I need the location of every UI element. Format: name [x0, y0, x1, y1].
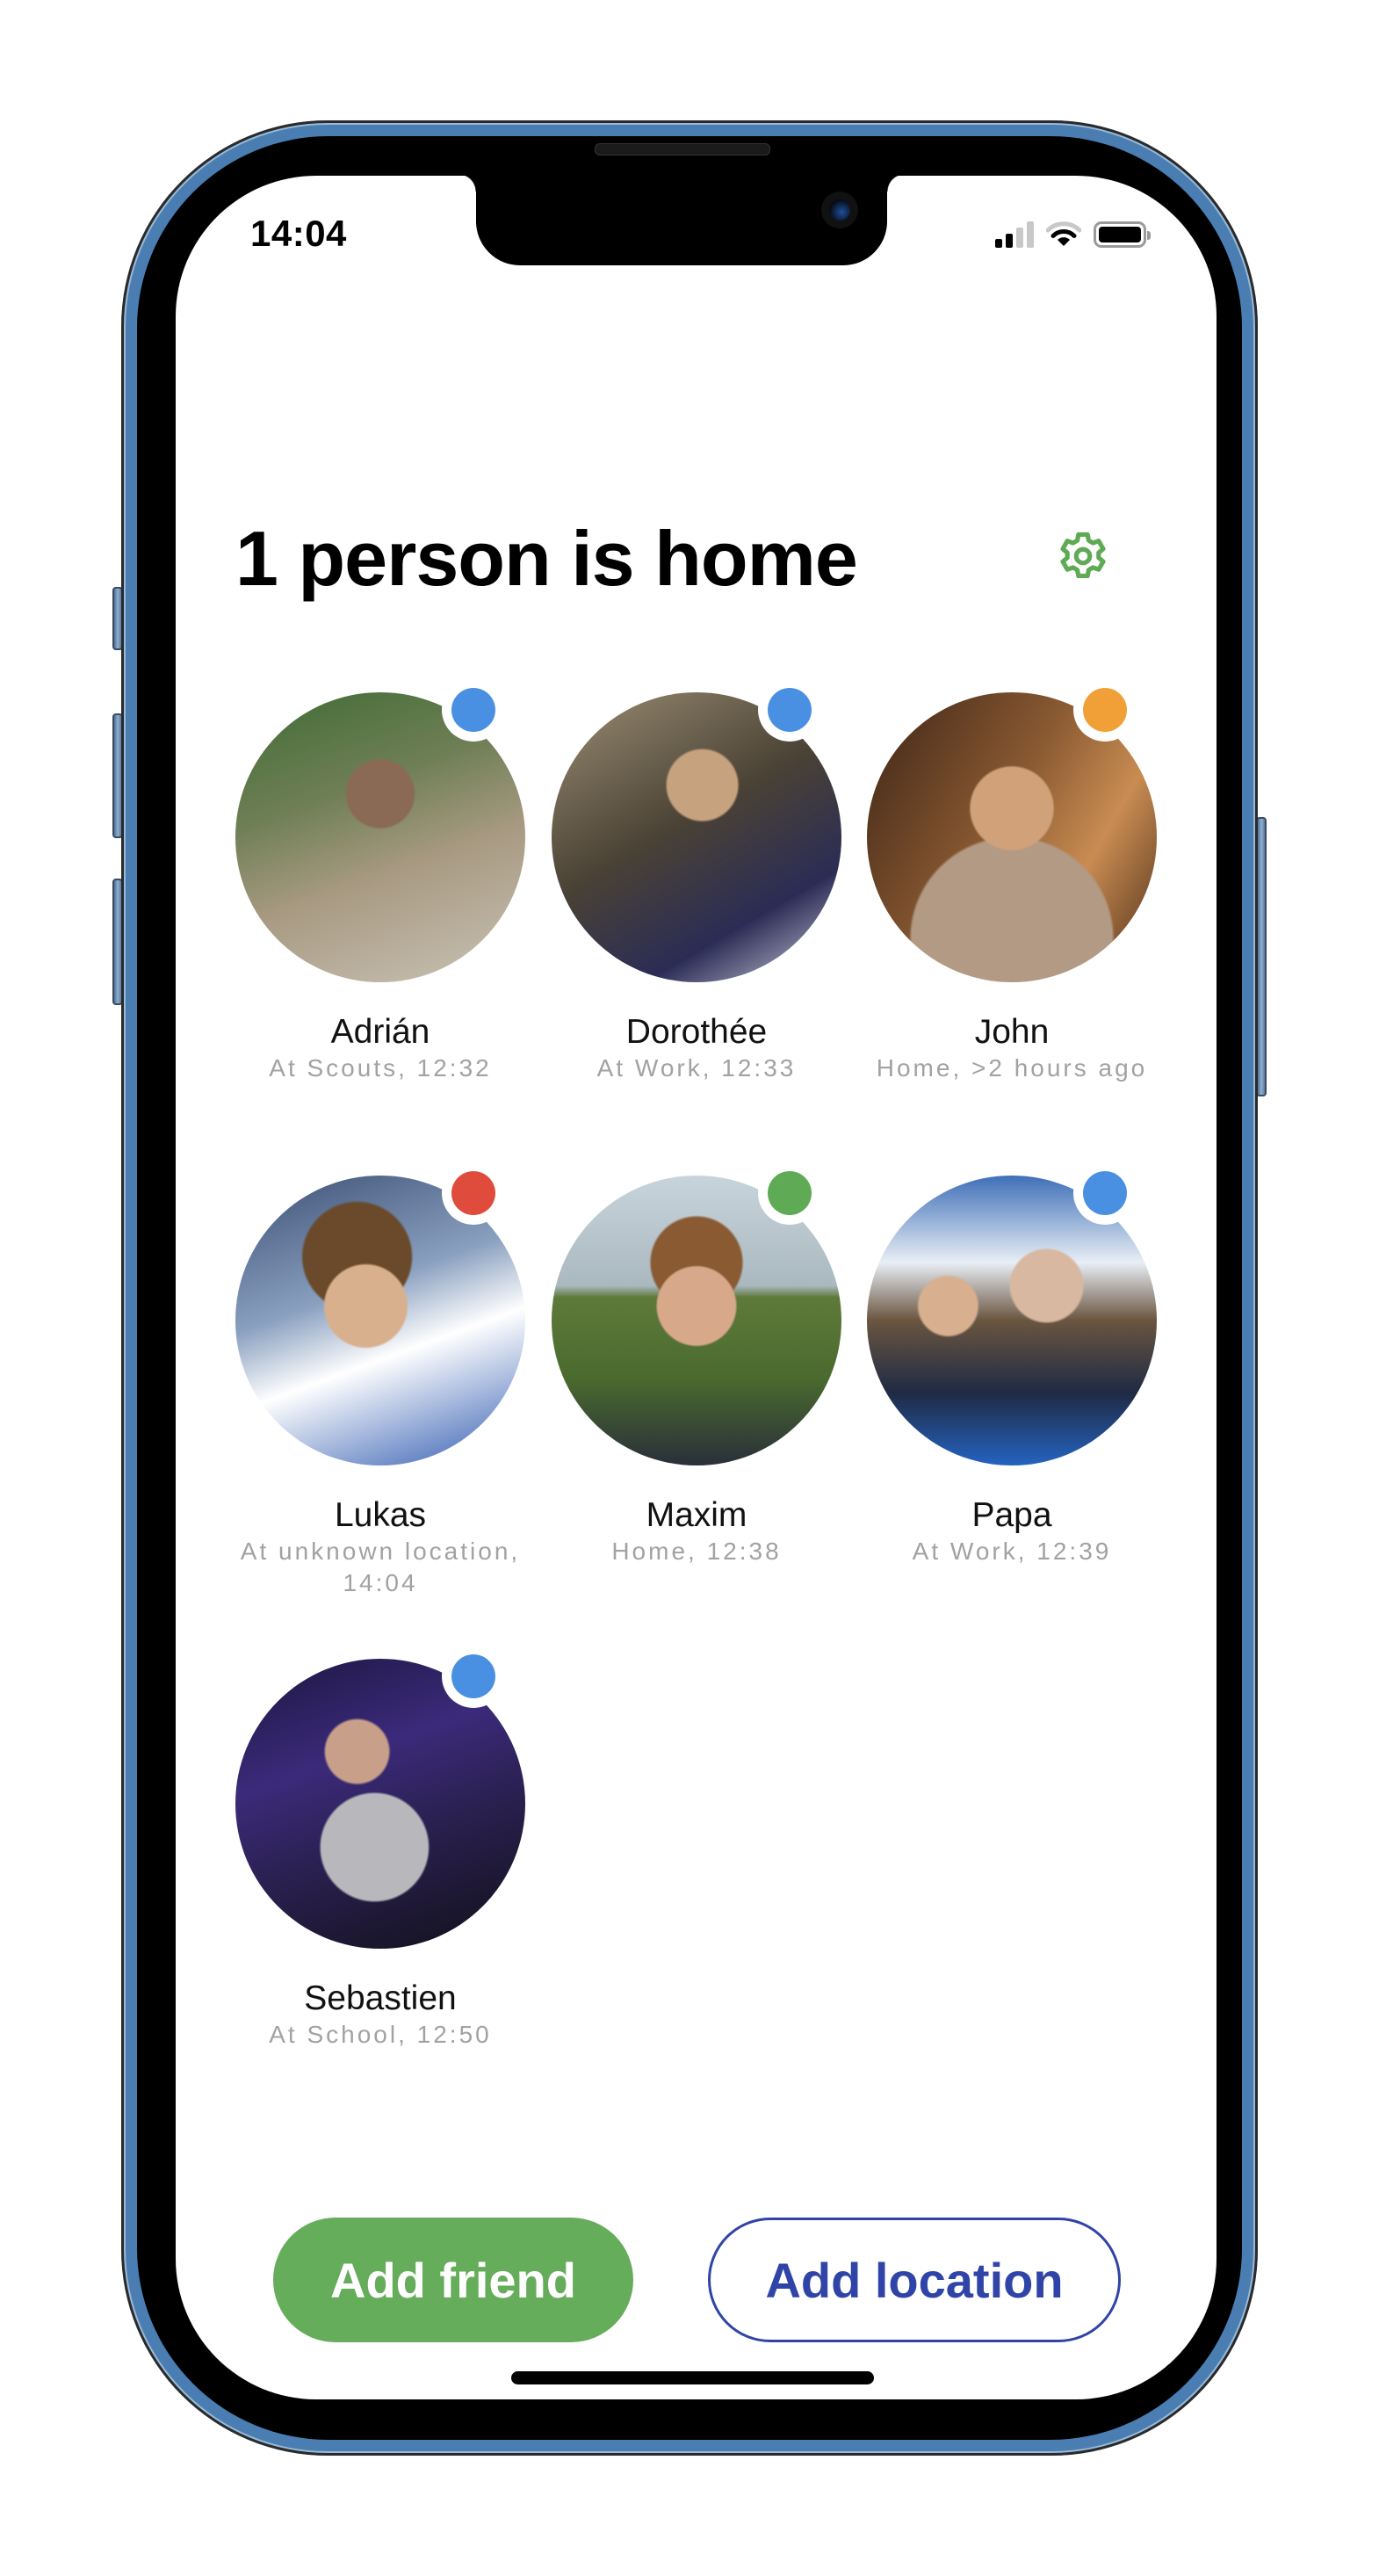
- page-title: 1 person is home: [235, 515, 858, 602]
- battery-icon: [1094, 221, 1151, 248]
- friend-name: Adrián: [330, 1013, 430, 1051]
- front-camera: [821, 192, 858, 228]
- friend-card[interactable]: Maxim Home, 12:38: [538, 1161, 855, 1567]
- friend-status: Home, 12:38: [611, 1538, 782, 1565]
- friend-card[interactable]: Adrián At Scouts, 12:32: [222, 678, 538, 1084]
- friend-card[interactable]: Papa At Work, 12:39: [854, 1161, 1170, 1567]
- status-dot-icon: [451, 1171, 495, 1215]
- status-dot-icon: [1083, 1171, 1127, 1215]
- status-dot-icon: [768, 1171, 812, 1215]
- friend-status: Home, >2 hours ago: [876, 1054, 1148, 1082]
- home-indicator[interactable]: [511, 2371, 874, 2384]
- add-friend-button[interactable]: Add friend: [273, 2218, 633, 2342]
- friend-status: At Scouts, 12:32: [269, 1054, 492, 1082]
- settings-button[interactable]: [1054, 527, 1112, 585]
- friend-status: At School, 12:50: [269, 2021, 492, 2048]
- avatar-container: [235, 1161, 525, 1465]
- status-dot-icon: [768, 688, 812, 732]
- status-dot-icon: [451, 1654, 495, 1698]
- phone-screen: 14:04 1 person is home Adrián At Scouts, …: [176, 176, 1217, 2399]
- friend-status: At unknown location, 14:04: [240, 1538, 521, 1596]
- status-dot-icon: [451, 688, 495, 732]
- status-badge: [758, 678, 821, 742]
- friend-card[interactable]: Lukas At unknown location, 14:04: [222, 1161, 538, 1599]
- status-badge: [442, 1161, 505, 1225]
- friend-name: Sebastien: [304, 1979, 457, 2017]
- avatar-container: [235, 1645, 525, 1949]
- status-badge: [442, 678, 505, 742]
- add-location-button[interactable]: Add location: [708, 2218, 1121, 2342]
- friend-status: At Work, 12:33: [596, 1054, 797, 1082]
- friend-name: John: [974, 1013, 1050, 1051]
- avatar-container: [235, 678, 525, 982]
- cellular-signal-icon: [995, 221, 1034, 248]
- earpiece-speaker: [595, 143, 770, 156]
- avatar-container: [552, 1161, 841, 1465]
- status-badge: [1073, 678, 1137, 742]
- friend-name: Lukas: [334, 1496, 427, 1534]
- status-badge: [1073, 1161, 1137, 1225]
- friend-card[interactable]: John Home, >2 hours ago: [854, 678, 1170, 1084]
- status-icons: [995, 221, 1151, 248]
- status-time: 14:04: [250, 213, 347, 254]
- avatar-container: [867, 1161, 1157, 1465]
- avatar-container: [867, 678, 1157, 982]
- wifi-icon: [1046, 221, 1081, 246]
- status-dot-icon: [1083, 688, 1127, 732]
- notch: [458, 176, 905, 265]
- avatar-container: [552, 678, 841, 982]
- status-badge: [442, 1645, 505, 1708]
- gear-icon: [1060, 532, 1106, 579]
- friend-name: Dorothée: [625, 1013, 768, 1051]
- friend-name: Maxim: [646, 1496, 747, 1534]
- friend-card[interactable]: Sebastien At School, 12:50: [222, 1645, 538, 2051]
- friend-card[interactable]: Dorothée At Work, 12:33: [538, 678, 855, 1084]
- status-badge: [758, 1161, 821, 1225]
- friend-name: Papa: [971, 1496, 1052, 1534]
- friend-status: At Work, 12:39: [912, 1538, 1112, 1565]
